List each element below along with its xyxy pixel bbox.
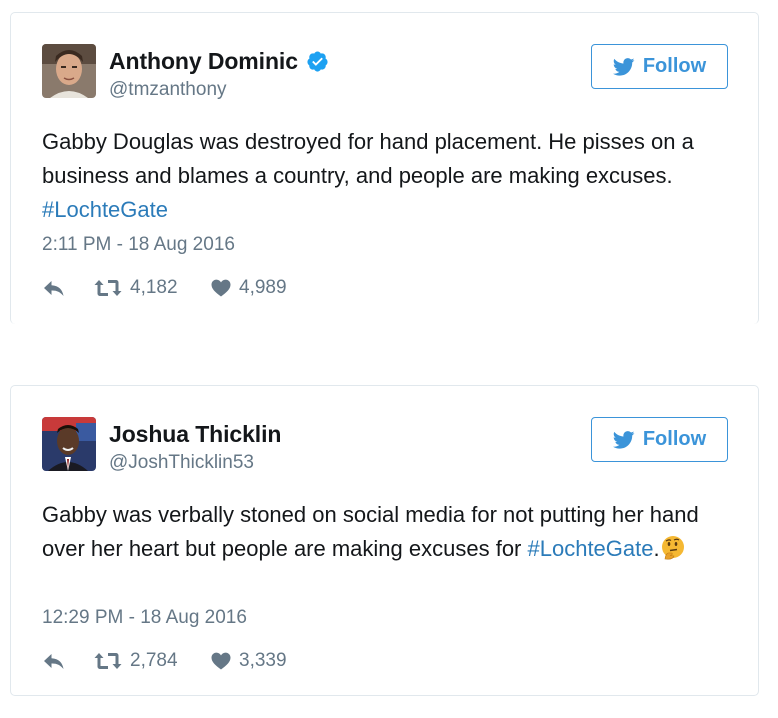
thinking-face-emoji-icon	[660, 535, 686, 561]
hashtag-link[interactable]: #LochteGate	[528, 536, 654, 561]
verified-badge-icon	[306, 50, 329, 73]
twitter-bird-icon	[612, 430, 635, 449]
tweet-actions: 2,784 3,339	[42, 650, 287, 672]
user-name-row: Anthony Dominic	[109, 48, 329, 74]
avatar[interactable]	[42, 417, 96, 471]
heart-icon	[211, 652, 231, 670]
user-name-row: Joshua Thicklin	[109, 421, 281, 447]
avatar[interactable]	[42, 44, 96, 98]
retweet-icon	[94, 280, 122, 296]
user-handle[interactable]: @tmzanthony	[109, 79, 227, 101]
follow-label: Follow	[642, 55, 707, 77]
heart-icon	[211, 279, 231, 297]
retweet-count: 4,182	[130, 277, 178, 298]
like-button[interactable]: 4,989	[211, 277, 287, 299]
follow-button[interactable]: Follow	[591, 417, 728, 462]
reply-icon	[44, 281, 64, 296]
like-button[interactable]: 3,339	[211, 650, 287, 672]
retweet-button[interactable]: 2,784	[94, 650, 211, 672]
retweet-button[interactable]: 4,182	[94, 277, 211, 299]
tweet-actions: 4,182 4,989	[42, 277, 287, 299]
follow-label: Follow	[642, 428, 707, 450]
reply-icon	[44, 654, 64, 669]
tweet-body: Gabby Douglas was destroyed for hand pla…	[42, 129, 694, 188]
tweet-text: Gabby Douglas was destroyed for hand pla…	[42, 125, 728, 227]
like-count: 3,339	[239, 650, 287, 671]
tweet-text: Gabby was verbally stoned on social medi…	[42, 498, 728, 566]
tweet-timestamp[interactable]: 2:11 PM - 18 Aug 2016	[42, 234, 235, 256]
tweet-card: Anthony Dominic @tmzanthony Follow Gabby…	[10, 12, 759, 324]
tweet-timestamp[interactable]: 12:29 PM - 18 Aug 2016	[42, 607, 247, 629]
user-handle[interactable]: @JoshThicklin53	[109, 452, 254, 474]
retweet-count: 2,784	[130, 650, 178, 671]
tweet-card: Joshua Thicklin @JoshThicklin53 Follow G…	[10, 385, 759, 696]
user-name[interactable]: Anthony Dominic	[109, 48, 298, 75]
like-count: 4,989	[239, 277, 287, 298]
retweet-icon	[94, 653, 122, 669]
reply-button[interactable]	[42, 278, 94, 298]
hashtag-link[interactable]: #LochteGate	[42, 197, 168, 222]
twitter-bird-icon	[612, 57, 635, 76]
follow-button[interactable]: Follow	[591, 44, 728, 89]
user-name[interactable]: Joshua Thicklin	[109, 421, 281, 448]
reply-button[interactable]	[42, 651, 94, 671]
